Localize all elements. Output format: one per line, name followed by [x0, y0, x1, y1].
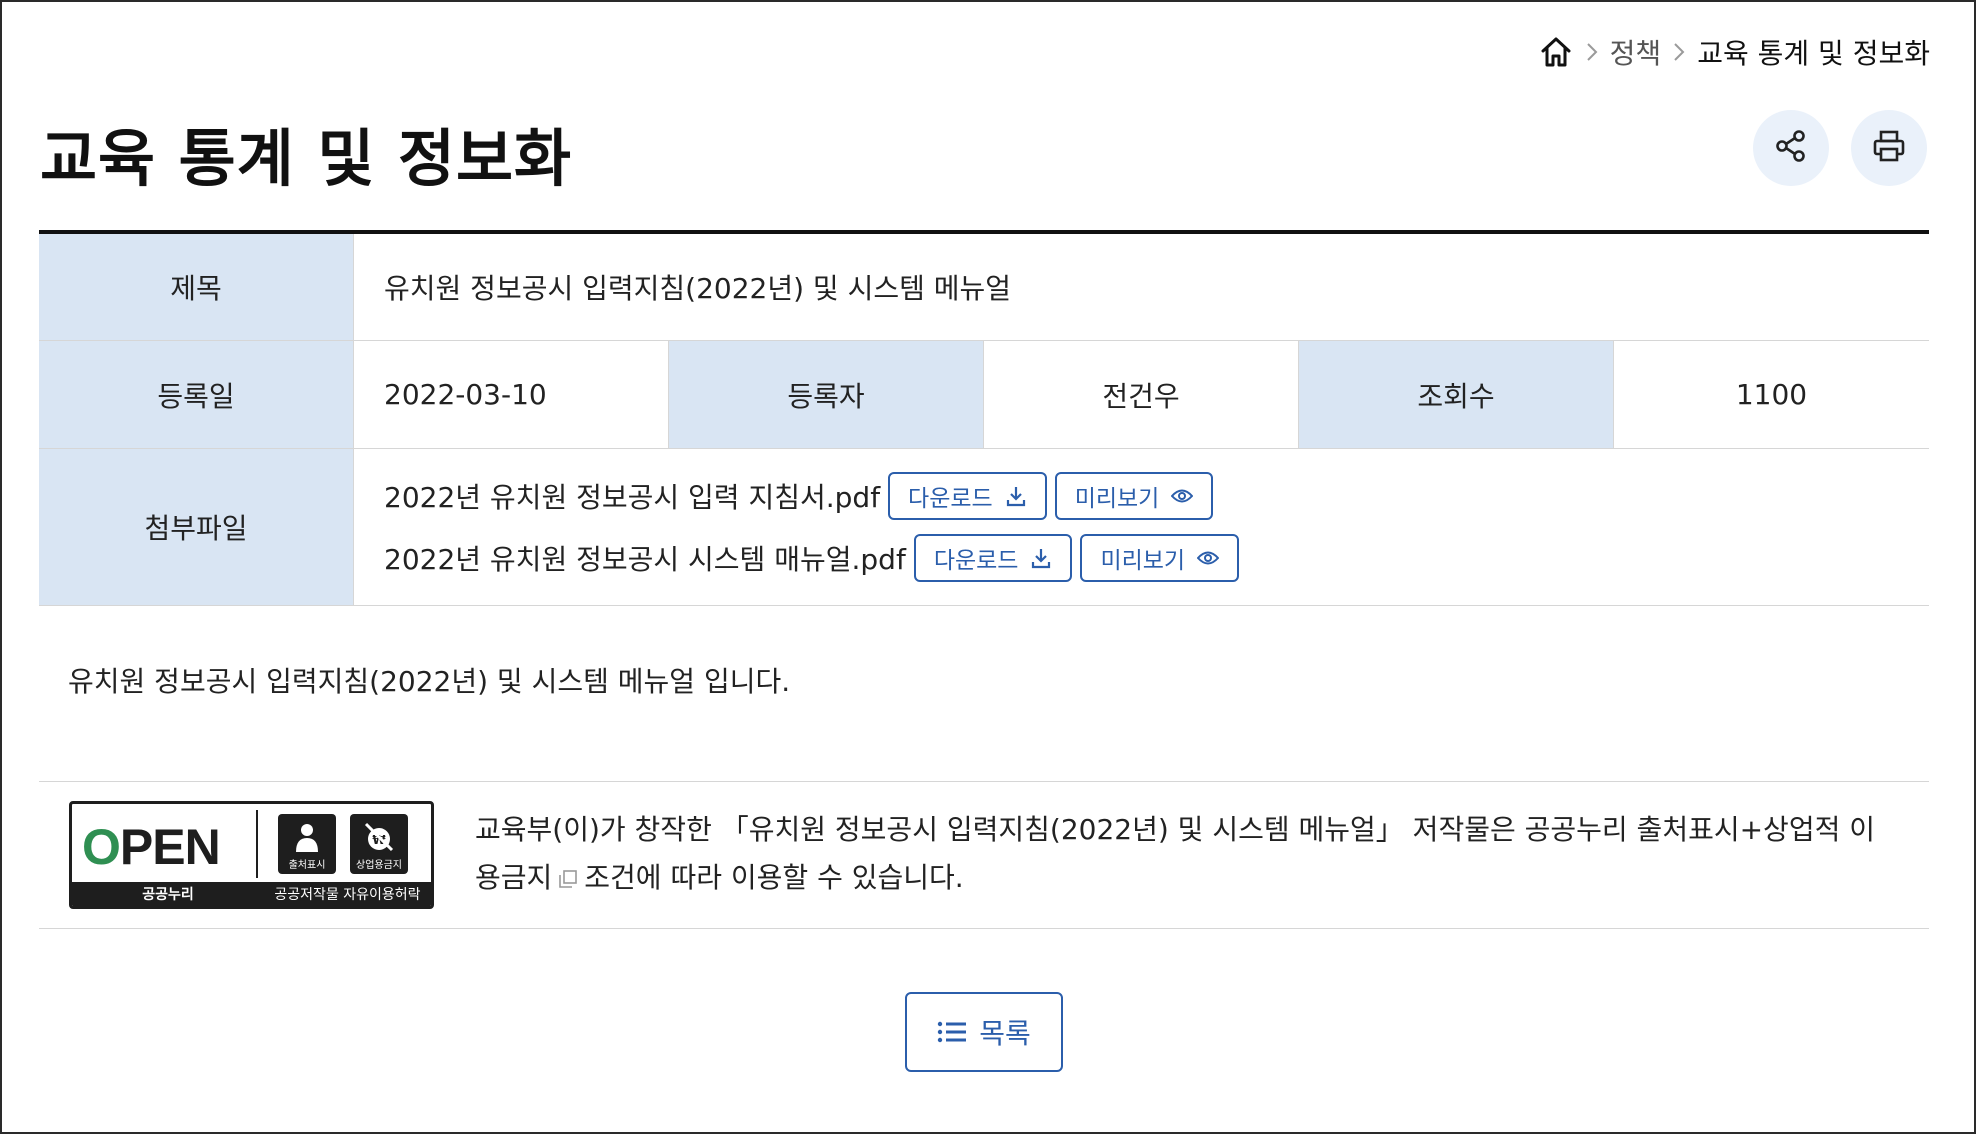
license-text: 교육부(이)가 창작한 「유치원 정보공시 입력지침(2022년) 및 시스템 …: [475, 806, 1895, 902]
print-icon: [1871, 128, 1907, 168]
list-button[interactable]: 목록: [905, 992, 1063, 1072]
attachment-item: 2022년 유치원 정보공시 시스템 매뉴얼.pdf 다운로드 미리보기: [384, 534, 1247, 582]
page-title: 교육 통계 및 정보화: [40, 122, 573, 195]
kogl-caption-bar: 공공누리 공공저작물 자유이용허락: [72, 882, 431, 906]
views-label: 조회수: [1299, 341, 1614, 448]
list-icon: [937, 1020, 967, 1044]
share-button[interactable]: [1753, 110, 1829, 186]
chevron-right-icon: [1673, 42, 1685, 62]
kogl-open-word: OPEN: [82, 819, 221, 875]
no-commercial-icon: ₩ 상업용금지: [350, 814, 408, 874]
download-button[interactable]: 다운로드: [888, 472, 1047, 520]
attribution-icon: 출처표시: [278, 814, 336, 874]
eye-icon: [1171, 488, 1194, 504]
attachment-item: 2022년 유치원 정보공시 입력 지침서.pdf 다운로드 미리보기: [384, 472, 1221, 520]
download-icon: [1030, 547, 1052, 569]
kogl-left-caption: 공공누리: [142, 887, 194, 903]
date-value: 2022-03-10: [354, 341, 669, 448]
print-button[interactable]: [1851, 110, 1927, 186]
attachment-filename: 2022년 유치원 정보공시 시스템 매뉴얼.pdf: [384, 543, 906, 576]
title-label: 제목: [39, 234, 354, 340]
title-value: 유치원 정보공시 입력지침(2022년) 및 시스템 메뉴얼: [354, 234, 1929, 340]
list-label: 목록: [979, 1017, 1031, 1050]
kogl-logo[interactable]: OPEN 출처표시 ₩ 상업용금지 공공누리 공공저작물 자유이용허락: [69, 801, 434, 909]
svg-text:₩: ₩: [372, 833, 386, 847]
license-text-tail: 조건에 따라 이용할 수 있습니다.: [584, 861, 964, 894]
download-label: 다운로드: [908, 486, 993, 512]
kogl-right-caption: 공공저작물 자유이용허락: [274, 887, 421, 903]
post-body-text: 유치원 정보공시 입력지침(2022년) 및 시스템 메뉴얼 입니다.: [68, 665, 791, 698]
kogl-open-text: OPEN: [82, 818, 221, 876]
table-row: 등록일 2022-03-10 등록자 전건우 조회수 1100: [39, 341, 1929, 449]
chevron-right-icon: [1586, 42, 1598, 62]
download-icon: [1005, 485, 1027, 507]
author-value: 전건우: [984, 341, 1299, 448]
date-label: 등록일: [39, 341, 354, 448]
share-icon: [1773, 128, 1809, 168]
breadcrumb-item-current[interactable]: 교육 통계 및 정보화: [1697, 32, 1930, 72]
author-label: 등록자: [669, 341, 984, 448]
license-section: OPEN 출처표시 ₩ 상업용금지 공공누리 공공저작물 자유이용허락 교육부(…: [39, 781, 1929, 929]
attribution-caption: 출처표시: [288, 860, 326, 871]
attachments-list: 2022년 유치원 정보공시 입력 지침서.pdf 다운로드 미리보기 2022…: [354, 449, 1929, 605]
eye-icon: [1197, 550, 1220, 566]
preview-button[interactable]: 미리보기: [1054, 472, 1214, 520]
no-commercial-caption: 상업용금지: [356, 860, 402, 871]
preview-button[interactable]: 미리보기: [1080, 534, 1240, 582]
preview-label: 미리보기: [1100, 548, 1186, 574]
breadcrumb-item-policy[interactable]: 정책: [1610, 32, 1662, 72]
post-info-table: 제목 유치원 정보공시 입력지침(2022년) 및 시스템 메뉴얼 등록일 20…: [39, 230, 1929, 606]
preview-label: 미리보기: [1074, 486, 1160, 512]
attachments-label: 첨부파일: [39, 449, 354, 605]
download-button[interactable]: 다운로드: [913, 534, 1073, 582]
views-value: 1100: [1614, 341, 1929, 448]
external-link-icon[interactable]: [558, 869, 578, 889]
breadcrumb: 정책 교육 통계 및 정보화: [1538, 30, 1930, 74]
download-label: 다운로드: [933, 548, 1019, 574]
table-row: 첨부파일 2022년 유치원 정보공시 입력 지침서.pdf 다운로드 미리보기: [39, 449, 1929, 606]
logo-divider: [256, 810, 258, 878]
home-icon[interactable]: [1538, 34, 1574, 70]
table-row: 제목 유치원 정보공시 입력지침(2022년) 및 시스템 메뉴얼: [39, 234, 1929, 341]
attachment-filename: 2022년 유치원 정보공시 입력 지침서.pdf: [384, 481, 881, 514]
